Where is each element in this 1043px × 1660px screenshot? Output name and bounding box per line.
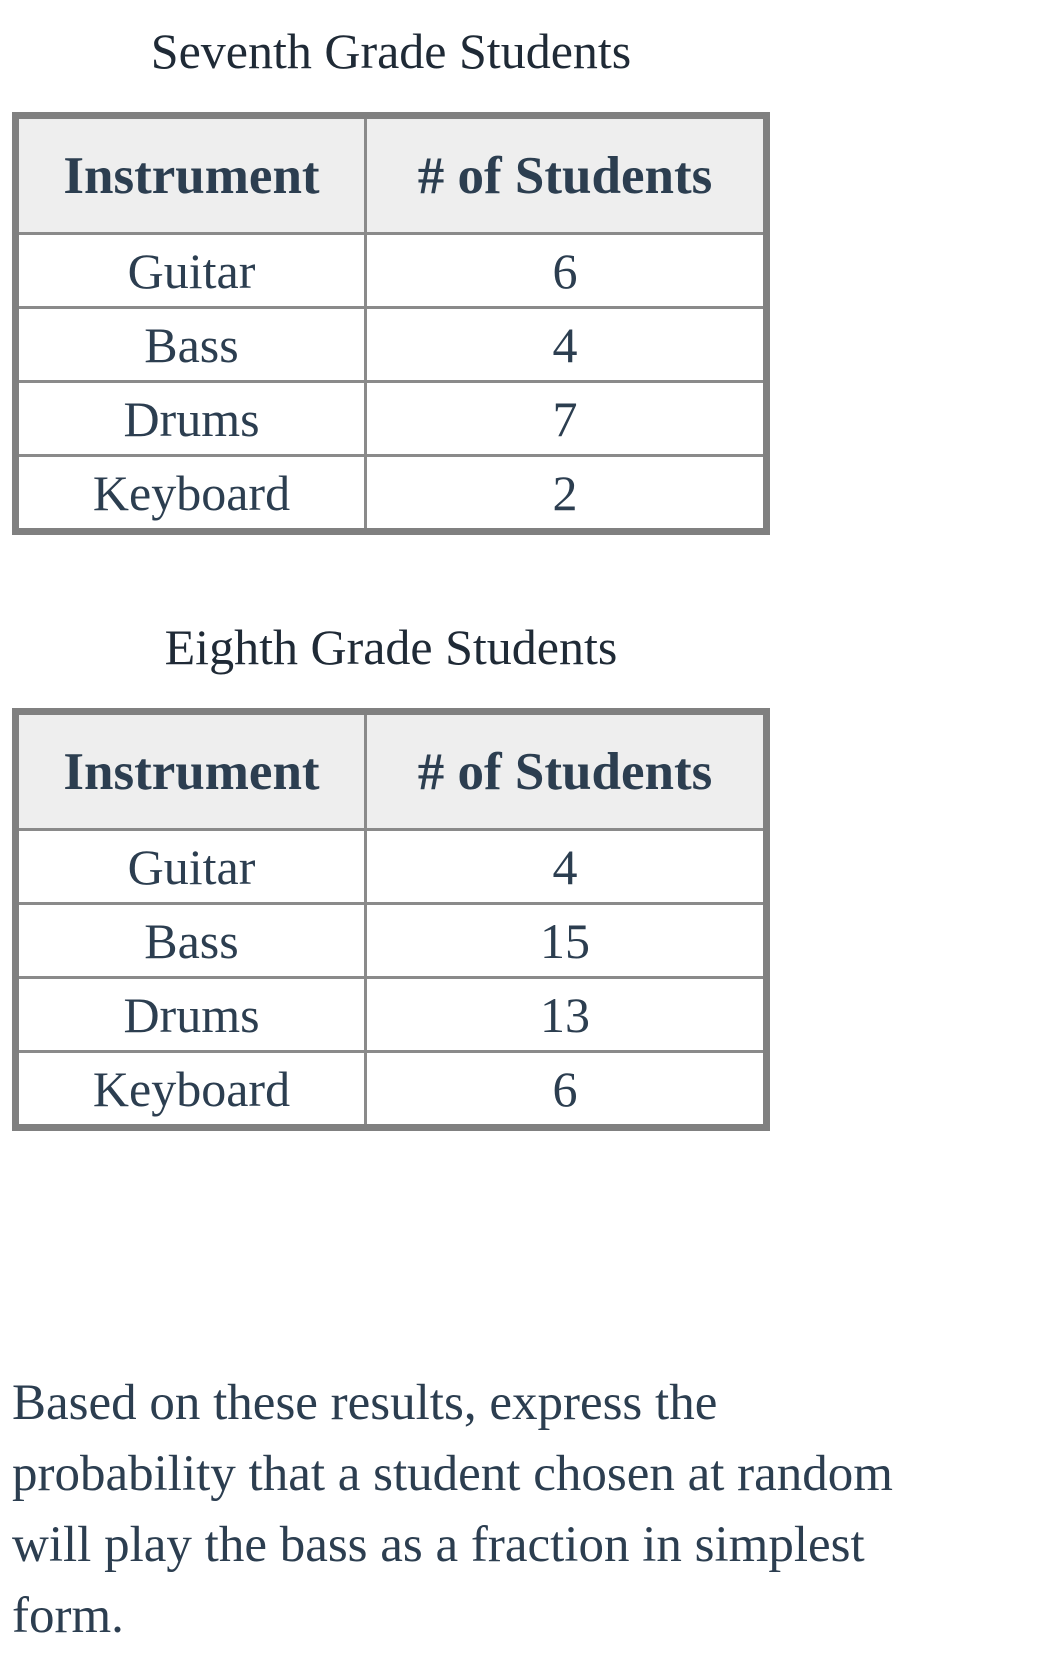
count-cell: 4 <box>364 828 768 905</box>
question-line: probability that a student chosen at ran… <box>12 1446 893 1502</box>
count-cell: 7 <box>364 380 768 457</box>
count-cell: 6 <box>364 232 768 309</box>
instrument-cell: Guitar <box>14 828 367 905</box>
table-row: Bass 15 <box>14 902 768 979</box>
table-row: Guitar 4 <box>14 828 768 905</box>
header-instrument: Instrument <box>14 114 367 235</box>
header-instrument: Instrument <box>14 710 367 831</box>
instrument-cell: Drums <box>14 976 367 1053</box>
instrument-cell: Guitar <box>14 232 367 309</box>
header-students: # of Students <box>364 710 768 831</box>
eighth-grade-title: Eighth Grade Students <box>164 619 618 675</box>
instrument-cell: Drums <box>14 380 367 457</box>
instrument-cell: Bass <box>14 306 367 383</box>
seventh-grade-title: Seventh Grade Students <box>150 23 632 79</box>
table-row: Keyboard 6 <box>14 1050 768 1129</box>
count-cell: 13 <box>364 976 768 1053</box>
instrument-cell: Keyboard <box>14 1050 367 1129</box>
table-row: Drums 13 <box>14 976 768 1053</box>
table-row: Bass 4 <box>14 306 768 383</box>
instrument-cell: Bass <box>14 902 367 979</box>
header-students: # of Students <box>364 114 768 235</box>
question-line: will play the bass as a fraction in simp… <box>12 1517 865 1573</box>
seventh-grade-table: Instrument # of Students Guitar 6 Bass 4… <box>12 112 770 535</box>
table-header-row: Instrument # of Students <box>14 710 768 831</box>
count-cell: 4 <box>364 306 768 383</box>
table-row: Drums 7 <box>14 380 768 457</box>
table-row: Keyboard 2 <box>14 454 768 533</box>
count-cell: 15 <box>364 902 768 979</box>
question-line: form. <box>12 1588 124 1644</box>
table-row: Guitar 6 <box>14 232 768 309</box>
instrument-cell: Keyboard <box>14 454 367 533</box>
question-text: Based on these results, express the prob… <box>12 1368 893 1652</box>
question-line: Based on these results, express the <box>12 1375 718 1431</box>
eighth-grade-table: Instrument # of Students Guitar 4 Bass 1… <box>12 708 770 1131</box>
count-cell: 2 <box>364 454 768 533</box>
count-cell: 6 <box>364 1050 768 1129</box>
table-header-row: Instrument # of Students <box>14 114 768 235</box>
